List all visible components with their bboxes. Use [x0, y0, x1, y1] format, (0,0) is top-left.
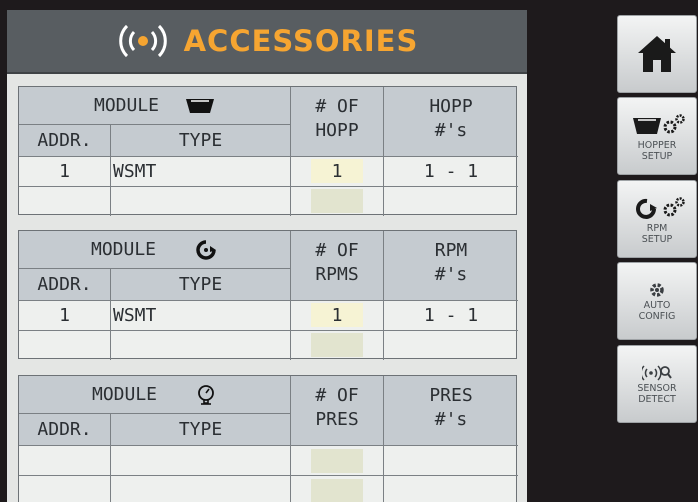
auto-config-label: AUTO CONFIG	[639, 300, 676, 322]
label-line2: SETUP	[641, 151, 673, 162]
type-column-header: TYPE	[178, 274, 223, 295]
count-header-line1: # OF	[315, 240, 359, 261]
hopper-module-table: MODULE ADDR. TYPE # OF HOPP HOPP #'s 1 W…	[18, 86, 518, 216]
rpm-setup-button[interactable]: RPM SETUP	[617, 180, 697, 258]
broadcast-icon	[118, 24, 167, 58]
label-line1: HOPPER	[637, 140, 677, 151]
module-header-label: MODULE	[93, 95, 160, 116]
range-header-line2: #'s	[434, 120, 468, 141]
count-header-line1: # OF	[315, 385, 359, 406]
type-column-header: TYPE	[178, 130, 223, 151]
label-line1: AUTO	[643, 300, 671, 311]
home-icon	[638, 36, 676, 72]
empty-count-input[interactable]	[311, 479, 363, 502]
addr-column-header: ADDR.	[37, 274, 92, 295]
hopper-setup-button[interactable]: HOPPER SETUP	[617, 97, 697, 175]
module-addr-cell: 1	[59, 305, 70, 326]
range-column-header: RPM #'s	[384, 233, 518, 293]
label-line1: RPM	[646, 223, 668, 234]
empty-count-input[interactable]	[311, 333, 363, 357]
rpm-count-input[interactable]: 1	[311, 303, 363, 327]
count-header-line2: PRES	[315, 409, 359, 430]
hopper-range-cell: 1 - 1	[423, 161, 479, 182]
count-header-line1: # OF	[315, 96, 359, 117]
range-header-line1: HOPP	[429, 96, 473, 117]
module-type-cell: WSMT	[113, 161, 157, 182]
empty-count-input[interactable]	[311, 449, 363, 473]
type-column-header: TYPE	[178, 419, 223, 440]
auto-config-button[interactable]: AUTO CONFIG	[617, 262, 697, 340]
count-column-header: # OF PRES	[291, 378, 383, 438]
label-line2: DETECT	[638, 394, 676, 405]
pressure-module-table: MODULE ADDR. TYPE # OF PRES PRES #'s	[18, 375, 518, 502]
hopper-gear-icon	[633, 114, 685, 134]
hopper-setup-label: HOPPER SETUP	[638, 140, 677, 162]
pressure-gauge-icon	[198, 384, 214, 405]
range-header-line1: PRES	[429, 385, 473, 406]
rpm-range-cell: 1 - 1	[423, 305, 479, 326]
accessories-screen: ACCESSORIES MODULE ADDR. TYPE # OF HOPP …	[7, 10, 527, 502]
module-addr-cell: 1	[59, 161, 70, 182]
gear-icon	[650, 283, 664, 297]
range-header-line2: #'s	[434, 409, 468, 430]
count-header-line2: HOPP	[315, 120, 359, 141]
empty-count-input[interactable]	[311, 189, 363, 213]
range-header-line2: #'s	[434, 264, 468, 285]
addr-column-header: ADDR.	[37, 130, 92, 151]
rpm-sensor-icon	[196, 239, 217, 260]
label-line2: SETUP	[641, 234, 673, 245]
range-header-line1: RPM	[434, 240, 468, 261]
label-line1: SENSOR	[637, 383, 677, 394]
count-header-line2: RPMS	[315, 264, 359, 285]
sensor-detect-button[interactable]: SENSOR DETECT	[617, 345, 697, 423]
page-header: ACCESSORIES	[7, 10, 527, 74]
rpm-gear-icon	[636, 197, 685, 219]
home-button[interactable]	[617, 15, 697, 93]
module-type-cell: WSMT	[113, 305, 157, 326]
count-column-header: # OF RPMS	[291, 233, 383, 293]
range-column-header: HOPP #'s	[384, 89, 518, 149]
addr-column-header: ADDR.	[37, 419, 92, 440]
module-header-label: MODULE	[91, 384, 158, 405]
rpm-module-table: MODULE ADDR. TYPE # OF RPMS RPM #'s 1 WS…	[18, 230, 518, 360]
sensor-detect-label: SENSOR DETECT	[637, 383, 676, 405]
count-column-header: # OF HOPP	[291, 89, 383, 149]
hopper-count-input[interactable]: 1	[311, 159, 363, 183]
hopper-icon	[186, 98, 215, 113]
range-column-header: PRES #'s	[384, 378, 518, 438]
label-line2: CONFIG	[638, 311, 676, 322]
sensor-search-icon	[642, 365, 672, 381]
module-header-label: MODULE	[90, 239, 157, 260]
rpm-setup-label: RPM SETUP	[642, 223, 673, 245]
page-title: ACCESSORIES	[183, 24, 419, 58]
